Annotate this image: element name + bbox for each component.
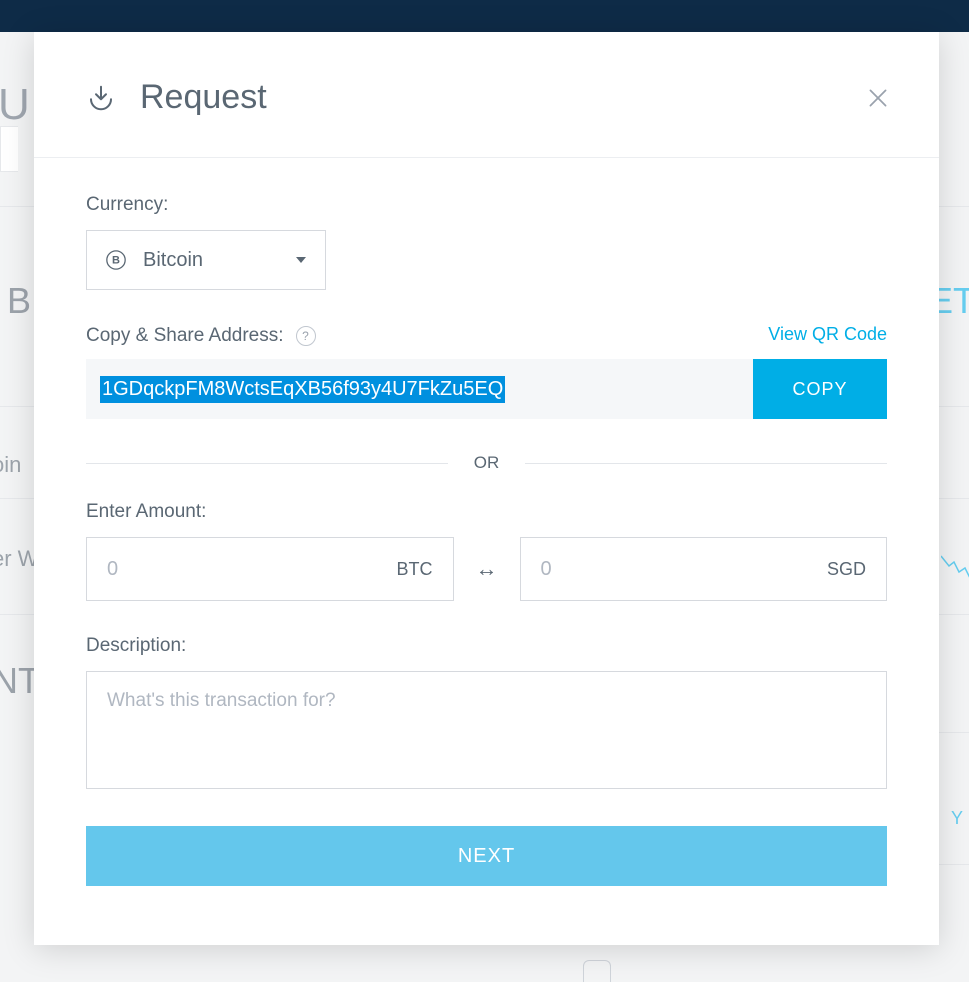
help-icon[interactable]: ? bbox=[296, 326, 316, 346]
amount-section: Enter Amount: BTC ↔ SGD bbox=[86, 501, 887, 601]
divider-line bbox=[86, 463, 448, 464]
address-label-text: Copy & Share Address: bbox=[86, 325, 284, 347]
address-display[interactable]: 1GDqckpFM8WctsEqXB56f93y4U7FkZu5EQ bbox=[86, 359, 753, 419]
next-button[interactable]: NEXT bbox=[86, 826, 887, 886]
description-section: Description: bbox=[86, 635, 887, 794]
modal-header: Request bbox=[34, 32, 939, 158]
description-label: Description: bbox=[86, 635, 887, 657]
view-qr-link[interactable]: View QR Code bbox=[768, 324, 887, 345]
divider-line bbox=[525, 463, 887, 464]
amount-crypto-unit: BTC bbox=[397, 559, 433, 580]
bitcoin-icon: B bbox=[105, 249, 127, 271]
amount-crypto-input-wrap: BTC bbox=[86, 537, 454, 601]
currency-selected-value: Bitcoin bbox=[143, 249, 203, 272]
amount-label: Enter Amount: bbox=[86, 501, 887, 523]
amount-fiat-unit: SGD bbox=[827, 559, 866, 580]
modal-title: Request bbox=[140, 78, 267, 117]
description-input[interactable] bbox=[86, 671, 887, 789]
copy-button[interactable]: COPY bbox=[753, 359, 887, 419]
modal-title-wrap: Request bbox=[86, 78, 267, 117]
address-copy-row: 1GDqckpFM8WctsEqXB56f93y4U7FkZu5EQ COPY bbox=[86, 359, 887, 419]
or-label: OR bbox=[474, 453, 500, 473]
amount-row: BTC ↔ SGD bbox=[86, 537, 887, 601]
request-modal: Request Currency: B Bitcoin bbox=[34, 32, 939, 945]
chevron-down-icon bbox=[295, 254, 307, 266]
swap-icon[interactable]: ↔ bbox=[476, 556, 498, 582]
amount-crypto-input[interactable] bbox=[107, 558, 397, 581]
currency-select[interactable]: B Bitcoin bbox=[86, 230, 326, 290]
or-divider: OR bbox=[86, 453, 887, 473]
amount-fiat-input[interactable] bbox=[541, 558, 827, 581]
modal-body: Currency: B Bitcoin Copy & Share Address… bbox=[34, 158, 939, 886]
close-button[interactable] bbox=[865, 85, 891, 111]
address-header-row: Copy & Share Address: ? View QR Code bbox=[86, 324, 887, 347]
app-top-bar bbox=[0, 0, 969, 32]
address-value: 1GDqckpFM8WctsEqXB56f93y4U7FkZu5EQ bbox=[100, 376, 505, 403]
address-label: Copy & Share Address: ? bbox=[86, 325, 316, 347]
amount-fiat-input-wrap: SGD bbox=[520, 537, 888, 601]
svg-text:B: B bbox=[112, 255, 120, 267]
currency-section: Currency: B Bitcoin bbox=[86, 194, 887, 290]
currency-label: Currency: bbox=[86, 194, 887, 216]
close-icon bbox=[865, 85, 891, 111]
receive-icon bbox=[86, 83, 116, 113]
